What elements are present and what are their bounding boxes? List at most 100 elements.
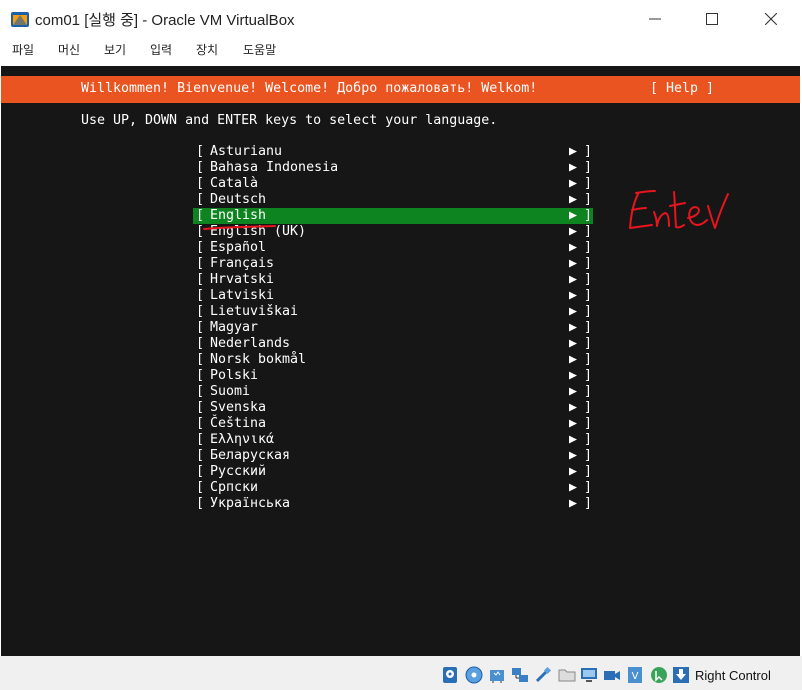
menu-view[interactable]: 보기 xyxy=(104,41,126,58)
bracket-open: [ xyxy=(196,368,205,383)
language-option[interactable]: [Polski ▶] xyxy=(193,368,593,384)
language-label: English xyxy=(210,208,267,223)
right-arrow-icon: ▶ xyxy=(569,416,578,431)
language-label: Беларуская xyxy=(210,448,291,463)
audio-icon[interactable] xyxy=(488,666,506,684)
right-arrow-icon: ▶ xyxy=(569,272,578,287)
language-label: Français xyxy=(210,256,275,271)
right-arrow-icon: ▶ xyxy=(569,240,578,255)
right-arrow-icon: ▶ xyxy=(569,496,578,511)
bracket-open: [ xyxy=(196,320,205,335)
language-option[interactable]: [Čeština ▶] xyxy=(193,416,593,432)
bracket-open: [ xyxy=(196,496,205,511)
bracket-close: ] xyxy=(584,496,593,511)
bracket-close: ] xyxy=(584,192,593,207)
bracket-open: [ xyxy=(196,432,205,447)
right-arrow-icon: ▶ xyxy=(569,224,578,239)
language-option[interactable]: [ Español ▶] xyxy=(193,240,593,256)
bracket-close: ] xyxy=(584,368,593,383)
bracket-open: [ xyxy=(196,288,205,303)
optical-disk-icon[interactable] xyxy=(465,666,483,684)
network-icon[interactable] xyxy=(511,666,529,684)
language-option[interactable]: [Norsk bokmål ▶] xyxy=(193,352,593,368)
right-arrow-icon: ▶ xyxy=(569,144,578,159)
language-option[interactable]: [Беларуская ▶] xyxy=(193,448,593,464)
language-label: Nederlands xyxy=(210,336,291,351)
bracket-close: ] xyxy=(584,224,593,239)
language-label: Magyar xyxy=(210,320,259,335)
language-option[interactable]: [Suomi ▶] xyxy=(193,384,593,400)
right-arrow-icon: ▶ xyxy=(569,160,578,175)
menu-help[interactable]: 도움말 xyxy=(243,41,276,58)
menu-input[interactable]: 입력 xyxy=(150,41,172,58)
virtualbox-app-icon xyxy=(10,9,30,29)
maximize-icon[interactable] xyxy=(683,0,741,38)
bracket-open: [ xyxy=(196,192,205,207)
bracket-close: ] xyxy=(584,416,593,431)
welcome-bar: Willkommen! Bienvenue! Welcome! Добро по… xyxy=(1,76,800,103)
language-option[interactable]: [ Українська ▶] xyxy=(193,496,593,512)
language-label: Català xyxy=(210,176,259,191)
bracket-open: [ xyxy=(196,400,205,415)
bracket-open: [ xyxy=(196,240,205,255)
language-option[interactable]: [Српски ▶] xyxy=(193,480,593,496)
right-arrow-icon: ▶ xyxy=(569,448,578,463)
bracket-close: ] xyxy=(584,432,593,447)
language-option[interactable]: [Deutsch ▶] xyxy=(193,192,593,208)
window-title: com01 [실행 중] - Oracle VM VirtualBox xyxy=(35,12,295,29)
bracket-close: ] xyxy=(584,176,593,191)
bracket-open: [ xyxy=(196,464,205,479)
bracket-close: ] xyxy=(584,336,593,351)
recording-icon[interactable] xyxy=(603,666,621,684)
language-label: Lietuviškai xyxy=(210,304,299,319)
menu-devices[interactable]: 장치 xyxy=(196,41,218,58)
language-option[interactable]: [Magyar ▶] xyxy=(193,320,593,336)
right-arrow-icon: ▶ xyxy=(569,480,578,495)
language-option[interactable]: [Bahasa Indonesia ▶] xyxy=(193,160,593,176)
help-button[interactable]: [ Help ] xyxy=(650,81,714,97)
language-option[interactable]: [Svenska ▶] xyxy=(193,400,593,416)
language-label: Español xyxy=(210,240,267,255)
language-label: Norsk bokmål xyxy=(210,352,307,367)
bracket-close: ] xyxy=(584,320,593,335)
language-option[interactable]: [Nederlands ▶] xyxy=(193,336,593,352)
language-option[interactable]: [English ▶] xyxy=(193,208,593,224)
close-icon[interactable] xyxy=(742,0,800,38)
right-arrow-icon: ▶ xyxy=(569,352,578,367)
language-option[interactable]: [Català ▶] xyxy=(193,176,593,192)
bracket-close: ] xyxy=(584,256,593,271)
right-arrow-icon: ▶ xyxy=(569,336,578,351)
menu-file[interactable]: 파일 xyxy=(12,41,34,58)
language-option[interactable]: [Asturianu ▶] xyxy=(193,144,593,160)
mouse-integration-icon[interactable] xyxy=(650,666,668,684)
bracket-close: ] xyxy=(584,480,593,495)
bracket-close: ] xyxy=(584,144,593,159)
bracket-close: ] xyxy=(584,240,593,255)
keyboard-capture-icon[interactable] xyxy=(672,666,690,684)
language-label: Українська xyxy=(210,496,291,511)
language-option[interactable]: [Français ▶] xyxy=(193,256,593,272)
virtualization-icon[interactable]: V xyxy=(626,666,644,684)
usb-icon[interactable] xyxy=(534,666,552,684)
language-option[interactable]: [Hrvatski ▶] xyxy=(193,272,593,288)
svg-text:V: V xyxy=(632,671,639,682)
vm-display[interactable]: Willkommen! Bienvenue! Welcome! Добро по… xyxy=(1,66,800,656)
handwritten-enter-annotation xyxy=(629,190,729,229)
right-arrow-icon: ▶ xyxy=(569,432,578,447)
language-label: Hrvatski xyxy=(210,272,275,287)
bracket-close: ] xyxy=(584,352,593,367)
shared-folder-icon[interactable] xyxy=(558,666,576,684)
title-bar: com01 [실행 중] - Oracle VM VirtualBox xyxy=(0,0,802,38)
menu-machine[interactable]: 머신 xyxy=(58,41,80,58)
hard-disk-icon[interactable] xyxy=(441,666,459,684)
language-option[interactable]: [Русский ▶] xyxy=(193,464,593,480)
language-label: Polski xyxy=(210,368,259,383)
language-option[interactable]: [Latviski ▶] xyxy=(193,288,593,304)
language-option[interactable]: [Lietuviškai ▶] xyxy=(193,304,593,320)
language-option[interactable]: [Ελληνικά ▶] xyxy=(193,432,593,448)
minimize-icon[interactable] xyxy=(626,0,684,38)
bracket-open: [ xyxy=(196,144,205,159)
language-label: Svenska xyxy=(210,400,267,415)
bracket-open: [ xyxy=(196,304,205,319)
display-icon[interactable] xyxy=(580,666,598,684)
